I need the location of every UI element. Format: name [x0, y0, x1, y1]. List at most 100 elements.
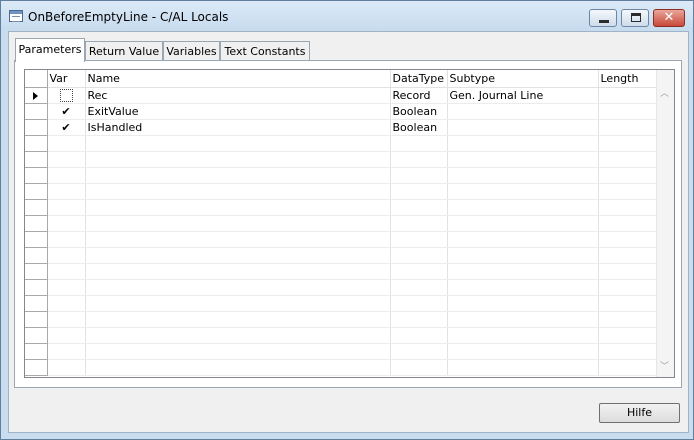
- minimize-button[interactable]: [589, 9, 617, 27]
- datatype-cell[interactable]: Boolean: [390, 119, 448, 136]
- row-selector[interactable]: [25, 103, 48, 120]
- empty-table-row[interactable]: [25, 311, 657, 328]
- empty-cell[interactable]: [447, 199, 599, 216]
- empty-cell[interactable]: [390, 311, 448, 328]
- var-checkbox[interactable]: [59, 89, 73, 102]
- help-button[interactable]: Hilfe: [599, 403, 680, 423]
- empty-cell[interactable]: [47, 327, 86, 344]
- table-row[interactable]: ✔ IsHandled Boolean: [25, 119, 657, 136]
- empty-cell[interactable]: [390, 135, 448, 152]
- subtype-cell[interactable]: Gen. Journal Line: [447, 87, 599, 104]
- tab-parameters[interactable]: Parameters: [15, 38, 85, 62]
- empty-cell[interactable]: [85, 263, 391, 280]
- empty-cell[interactable]: [85, 199, 391, 216]
- empty-table-row[interactable]: [25, 231, 657, 248]
- empty-cell[interactable]: [598, 231, 657, 248]
- empty-cell[interactable]: [390, 359, 448, 376]
- empty-cell[interactable]: [447, 151, 599, 168]
- scroll-up-arrow-icon[interactable]: ︿: [660, 90, 669, 99]
- empty-cell[interactable]: [598, 135, 657, 152]
- row-selector[interactable]: [25, 119, 48, 136]
- empty-cell[interactable]: [47, 295, 86, 312]
- name-cell[interactable]: ExitValue: [85, 103, 391, 120]
- empty-cell[interactable]: [390, 263, 448, 280]
- empty-table-row[interactable]: [25, 135, 657, 152]
- empty-cell[interactable]: [47, 151, 86, 168]
- empty-table-row[interactable]: [25, 215, 657, 232]
- empty-cell[interactable]: [390, 231, 448, 248]
- empty-cell[interactable]: [85, 311, 391, 328]
- row-selector[interactable]: [25, 167, 48, 184]
- empty-cell[interactable]: [598, 279, 657, 296]
- row-selector[interactable]: [25, 87, 48, 104]
- empty-cell[interactable]: [47, 231, 86, 248]
- empty-table-row[interactable]: [25, 295, 657, 312]
- empty-table-row[interactable]: [25, 183, 657, 200]
- empty-table-row[interactable]: [25, 359, 657, 376]
- empty-cell[interactable]: [598, 263, 657, 280]
- datatype-cell[interactable]: Record: [390, 87, 448, 104]
- row-selector[interactable]: [25, 359, 48, 376]
- empty-cell[interactable]: [85, 327, 391, 344]
- empty-cell[interactable]: [47, 167, 86, 184]
- length-cell[interactable]: [598, 119, 657, 136]
- empty-table-row[interactable]: [25, 247, 657, 264]
- column-header-datatype[interactable]: DataType: [390, 70, 448, 88]
- var-checkbox-cell[interactable]: [47, 87, 86, 104]
- empty-cell[interactable]: [85, 247, 391, 264]
- empty-cell[interactable]: [447, 183, 599, 200]
- empty-table-row[interactable]: [25, 263, 657, 280]
- length-cell[interactable]: [598, 87, 657, 104]
- empty-cell[interactable]: [598, 167, 657, 184]
- empty-cell[interactable]: [47, 135, 86, 152]
- empty-cell[interactable]: [447, 231, 599, 248]
- row-selector[interactable]: [25, 263, 48, 280]
- empty-cell[interactable]: [598, 359, 657, 376]
- empty-cell[interactable]: [85, 151, 391, 168]
- empty-cell[interactable]: [47, 279, 86, 296]
- empty-cell[interactable]: [447, 215, 599, 232]
- empty-cell[interactable]: [447, 167, 599, 184]
- empty-cell[interactable]: [598, 247, 657, 264]
- empty-cell[interactable]: [47, 215, 86, 232]
- name-cell[interactable]: Rec: [85, 87, 391, 104]
- empty-table-row[interactable]: [25, 327, 657, 344]
- column-header-length[interactable]: Length: [598, 70, 657, 88]
- close-button[interactable]: ✕: [653, 9, 685, 27]
- empty-cell[interactable]: [47, 263, 86, 280]
- row-selector[interactable]: [25, 183, 48, 200]
- empty-cell[interactable]: [85, 167, 391, 184]
- empty-cell[interactable]: [447, 263, 599, 280]
- empty-cell[interactable]: [47, 183, 86, 200]
- row-selector[interactable]: [25, 151, 48, 168]
- empty-table-row[interactable]: [25, 343, 657, 360]
- row-selector[interactable]: [25, 247, 48, 264]
- tab-return-value[interactable]: Return Value: [85, 41, 163, 61]
- empty-cell[interactable]: [390, 295, 448, 312]
- scroll-down-arrow-icon[interactable]: ﹀: [660, 363, 669, 372]
- empty-cell[interactable]: [447, 327, 599, 344]
- empty-cell[interactable]: [598, 295, 657, 312]
- empty-cell[interactable]: [447, 247, 599, 264]
- empty-cell[interactable]: [447, 311, 599, 328]
- empty-cell[interactable]: [85, 279, 391, 296]
- empty-cell[interactable]: [47, 199, 86, 216]
- empty-cell[interactable]: [85, 231, 391, 248]
- column-header-subtype[interactable]: Subtype: [447, 70, 599, 88]
- row-selector[interactable]: [25, 311, 48, 328]
- empty-cell[interactable]: [85, 183, 391, 200]
- row-selector[interactable]: [25, 135, 48, 152]
- empty-cell[interactable]: [447, 135, 599, 152]
- subtype-cell[interactable]: [447, 103, 599, 120]
- empty-cell[interactable]: [85, 359, 391, 376]
- row-selector-header[interactable]: [25, 70, 48, 88]
- empty-cell[interactable]: [47, 343, 86, 360]
- empty-cell[interactable]: [598, 311, 657, 328]
- empty-table-row[interactable]: [25, 279, 657, 296]
- length-cell[interactable]: [598, 103, 657, 120]
- title-bar[interactable]: OnBeforeEmptyLine - C/AL Locals ✕: [1, 1, 693, 31]
- row-selector[interactable]: [25, 343, 48, 360]
- empty-cell[interactable]: [598, 151, 657, 168]
- empty-cell[interactable]: [47, 247, 86, 264]
- tab-variables[interactable]: Variables: [163, 41, 220, 61]
